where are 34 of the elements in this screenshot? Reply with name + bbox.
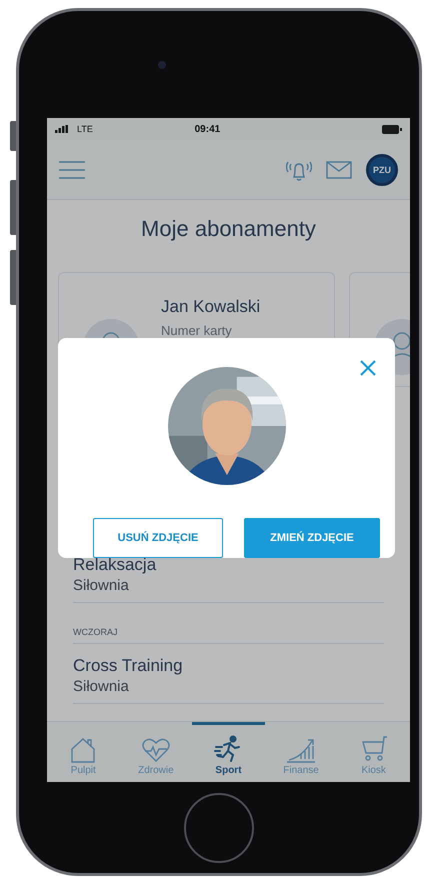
cart-icon [360, 735, 388, 763]
envelope-icon [326, 160, 352, 178]
section-heading: WCZORAJ [73, 603, 384, 644]
cardholder-name: Jan Kowalski [161, 297, 260, 317]
runner-icon [214, 735, 242, 763]
activity-place: Siłownia [73, 678, 130, 695]
tab[interactable]: Finanse [264, 722, 338, 782]
tab[interactable]: Sport [192, 722, 265, 782]
tab[interactable]: Zdrowie [120, 722, 192, 782]
tab[interactable]: Pulpit [47, 722, 120, 782]
close-icon [360, 360, 376, 376]
signal-icon [55, 125, 69, 133]
carrier-label: LTE [77, 124, 93, 134]
battery-icon [382, 124, 402, 134]
close-button[interactable] [360, 360, 376, 376]
rising-chart-icon [286, 737, 316, 763]
remove-photo-button[interactable]: USUŃ ZDJĘCIE [93, 518, 223, 558]
activity-place: Siłownia [73, 577, 130, 594]
card-number-label: Numer karty [161, 323, 233, 338]
change-photo-button[interactable]: ZMIEŃ ZDJĘCIE [244, 518, 380, 558]
activity-title: Relaksacja [73, 555, 158, 575]
menu-icon [59, 160, 85, 178]
activity-item[interactable]: Cross Training Siłownia [73, 656, 384, 704]
tab[interactable]: Kiosk [337, 722, 410, 782]
menu-button[interactable] [59, 160, 85, 178]
house-icon [69, 737, 98, 763]
brand-logo[interactable]: PZU [366, 154, 398, 186]
status-time: 09:41 [194, 124, 222, 134]
page-title: Moje abonamenty [140, 216, 317, 242]
camera-icon [158, 60, 166, 68]
activity-title: Cross Training [73, 656, 184, 676]
home-button[interactable] [184, 792, 254, 862]
mail-button[interactable] [326, 160, 352, 178]
heart-pulse-icon [140, 737, 171, 763]
